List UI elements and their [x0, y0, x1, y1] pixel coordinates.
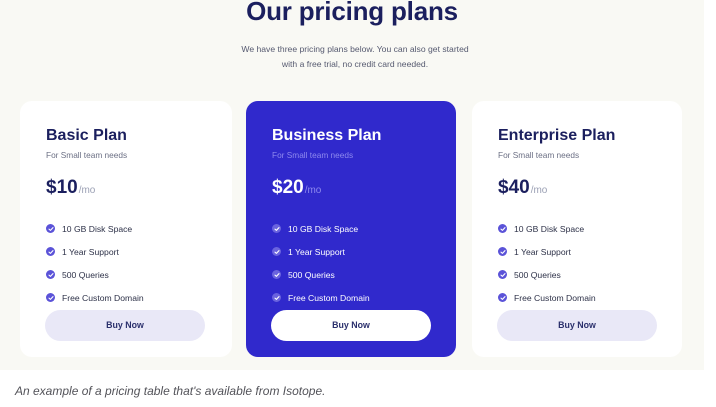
- plan-card-basic: Basic Plan For Small team needs $10/mo 1…: [20, 101, 232, 357]
- subtitle-line-2: with a free trial, no credit card needed…: [281, 59, 429, 69]
- feature-item: 10 GB Disk Space: [498, 217, 656, 240]
- buy-now-button-enterprise[interactable]: Buy Now: [497, 310, 657, 341]
- plan-period: /mo: [530, 185, 548, 196]
- feature-item: 10 GB Disk Space: [272, 217, 430, 240]
- page-subtitle: We have three pricing plans below. You c…: [210, 42, 500, 72]
- feature-label: 10 GB Disk Space: [288, 223, 359, 234]
- plan-tagline: For Small team needs: [46, 150, 128, 160]
- feature-item: 1 Year Support: [272, 240, 430, 263]
- pricing-section: Our pricing plans We have three pricing …: [0, 0, 704, 370]
- feature-label: 500 Queries: [288, 269, 335, 280]
- plan-card-business: Business Plan For Small team needs $20/m…: [246, 101, 456, 357]
- plan-tagline: For Small team needs: [272, 150, 354, 160]
- plan-price-row: $40/mo: [498, 177, 656, 202]
- check-circle-icon: [46, 270, 55, 279]
- feature-item: 1 Year Support: [46, 240, 206, 263]
- check-circle-icon: [46, 224, 55, 233]
- feature-label: 10 GB Disk Space: [62, 223, 133, 234]
- feature-item: 500 Queries: [272, 263, 430, 286]
- plan-price-row: $20/mo: [272, 177, 430, 202]
- feature-label: 1 Year Support: [62, 246, 119, 257]
- feature-list: 10 GB Disk Space 1 Year Support 500 Quer…: [46, 217, 206, 309]
- check-circle-icon: [498, 247, 507, 256]
- feature-label: 1 Year Support: [288, 246, 345, 257]
- feature-label: 1 Year Support: [514, 246, 571, 257]
- plan-price: $10: [46, 177, 78, 198]
- feature-label: 500 Queries: [514, 269, 561, 280]
- buy-now-button-basic[interactable]: Buy Now: [45, 310, 205, 341]
- plan-price-row: $10/mo: [46, 177, 206, 202]
- feature-label: Free Custom Domain: [62, 292, 144, 303]
- plan-name: Enterprise Plan: [498, 127, 616, 144]
- plan-tagline: For Small team needs: [498, 150, 580, 160]
- buy-now-button-business[interactable]: Buy Now: [271, 310, 431, 341]
- check-circle-icon: [498, 224, 507, 233]
- check-circle-icon: [272, 270, 281, 279]
- feature-label: Free Custom Domain: [514, 292, 596, 303]
- check-circle-icon: [272, 247, 281, 256]
- feature-item: Free Custom Domain: [46, 286, 206, 309]
- feature-item: Free Custom Domain: [498, 286, 656, 309]
- feature-item: 1 Year Support: [498, 240, 656, 263]
- feature-label: Free Custom Domain: [288, 292, 370, 303]
- feature-item: 10 GB Disk Space: [46, 217, 206, 240]
- feature-label: 500 Queries: [62, 269, 109, 280]
- image-caption: An example of a pricing table that's ava…: [15, 384, 326, 398]
- check-circle-icon: [46, 293, 55, 302]
- feature-list: 10 GB Disk Space 1 Year Support 500 Quer…: [498, 217, 656, 309]
- plan-period: /mo: [304, 185, 322, 196]
- check-circle-icon: [498, 270, 507, 279]
- feature-list: 10 GB Disk Space 1 Year Support 500 Quer…: [272, 217, 430, 309]
- plan-price: $20: [272, 177, 304, 198]
- plan-card-enterprise: Enterprise Plan For Small team needs $40…: [472, 101, 682, 357]
- page-title: Our pricing plans: [246, 0, 458, 26]
- feature-item: Free Custom Domain: [272, 286, 430, 309]
- subtitle-line-1: We have three pricing plans below. You c…: [241, 44, 469, 54]
- plan-name: Basic Plan: [46, 127, 127, 144]
- check-circle-icon: [272, 224, 281, 233]
- plan-name: Business Plan: [272, 127, 382, 144]
- feature-label: 10 GB Disk Space: [514, 223, 585, 234]
- plan-price: $40: [498, 177, 530, 198]
- feature-item: 500 Queries: [498, 263, 656, 286]
- plan-period: /mo: [78, 185, 96, 196]
- check-circle-icon: [272, 293, 281, 302]
- check-circle-icon: [46, 247, 55, 256]
- check-circle-icon: [498, 293, 507, 302]
- feature-item: 500 Queries: [46, 263, 206, 286]
